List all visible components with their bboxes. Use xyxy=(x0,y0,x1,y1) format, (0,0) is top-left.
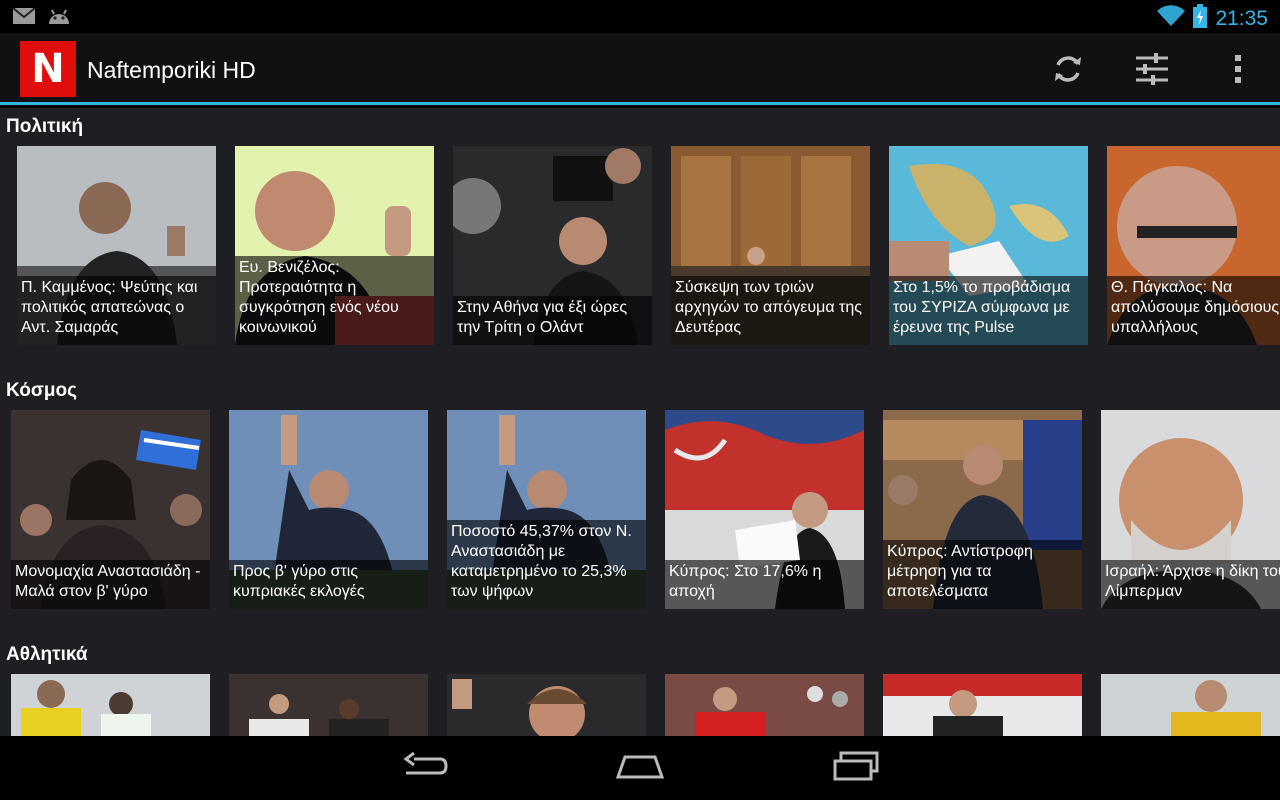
news-tile[interactable]: Ποσοστό 45,37% στον Ν. Αναστασιάδη με κα… xyxy=(447,410,646,609)
article-title: Μονομαχία Αναστασιάδη - Μαλά στον β' γύρ… xyxy=(11,560,210,609)
refresh-icon xyxy=(1051,52,1085,91)
refresh-button[interactable] xyxy=(1046,49,1090,93)
article-photo xyxy=(11,674,210,736)
news-tile[interactable] xyxy=(229,674,428,736)
news-feed[interactable]: Πολιτική Π. Καμμένος: Ψεύτης και πολιτικ… xyxy=(0,108,1280,736)
article-title: Κύπρος: Αντίστροφη μέτρηση για τα αποτελ… xyxy=(883,540,1082,609)
news-tile[interactable]: Π. Καμμένος: Ψεύτης και πολιτικός απατεώ… xyxy=(17,146,216,345)
article-title: Ποσοστό 45,37% στον Ν. Αναστασιάδη με κα… xyxy=(447,520,646,609)
article-photo xyxy=(665,674,864,736)
article-photo xyxy=(1101,674,1280,736)
status-bar: 21:35 xyxy=(0,0,1280,33)
back-button[interactable] xyxy=(394,750,454,786)
article-title: Κύπρος: Στο 17,6% η αποχή xyxy=(665,560,864,609)
article-photo xyxy=(447,674,646,736)
recent-apps-icon xyxy=(831,751,881,786)
more-vert-icon xyxy=(1233,54,1243,89)
article-photo xyxy=(883,674,1082,736)
article-title: Ευ. Βενιζέλος: Προτεραιότητα η συγκρότησ… xyxy=(235,256,434,345)
news-tile[interactable] xyxy=(883,674,1082,736)
android-notification-icon xyxy=(46,6,72,31)
app-logo-letter: N xyxy=(31,46,65,92)
news-tile[interactable]: Θ. Πάγκαλος: Να απολύσουμε δημόσιους υπα… xyxy=(1107,146,1280,345)
section-title-politics: Πολιτική xyxy=(6,116,84,137)
news-tile[interactable]: Στο 1,5% το προβάδισμα του ΣΥΡΙΖΑ σύμφων… xyxy=(889,146,1088,345)
article-title: Θ. Πάγκαλος: Να απολύσουμε δημόσιους υπα… xyxy=(1107,276,1280,345)
wifi-icon xyxy=(1157,5,1186,32)
gmail-notification-icon xyxy=(12,6,36,31)
news-tile[interactable] xyxy=(447,674,646,736)
section-title-sports: Αθλητικά xyxy=(6,644,88,665)
home-icon xyxy=(615,751,665,786)
battery-icon xyxy=(1193,4,1208,33)
settings-button[interactable] xyxy=(1130,49,1174,93)
news-tile[interactable]: Στην Αθήνα για έξι ώρες την Τρίτη ο Ολάν… xyxy=(453,146,652,345)
section-title-world: Κόσμος xyxy=(6,380,77,401)
news-tile[interactable] xyxy=(1101,674,1280,736)
news-tile[interactable]: Προς β' γύρο στις κυπριακές εκλογές xyxy=(229,410,428,609)
article-title: Ισραήλ: Άρχισε η δίκη του Λίμπερμαν xyxy=(1101,560,1280,609)
sliders-icon xyxy=(1134,52,1170,91)
news-tile[interactable]: Ευ. Βενιζέλος: Προτεραιότητα η συγκρότησ… xyxy=(235,146,434,345)
article-title: Στο 1,5% το προβάδισμα του ΣΥΡΙΖΑ σύμφων… xyxy=(889,276,1088,345)
overflow-menu-button[interactable] xyxy=(1216,49,1260,93)
news-tile[interactable] xyxy=(665,674,864,736)
back-icon xyxy=(400,751,448,786)
news-tile[interactable] xyxy=(11,674,210,736)
app-logo[interactable]: N xyxy=(20,41,76,97)
news-tile[interactable]: Κύπρος: Αντίστροφη μέτρηση για τα αποτελ… xyxy=(883,410,1082,609)
recent-apps-button[interactable] xyxy=(826,750,886,786)
news-tile[interactable]: Σύσκεψη των τριών αρχηγών το απόγευμα τη… xyxy=(671,146,870,345)
home-button[interactable] xyxy=(610,750,670,786)
system-navigation-bar xyxy=(0,736,1280,800)
action-bar: N Naftemporiki HD xyxy=(0,33,1280,105)
news-tile[interactable]: Κύπρος: Στο 17,6% η αποχή xyxy=(665,410,864,609)
article-title: Σύσκεψη των τριών αρχηγών το απόγευμα τη… xyxy=(671,276,870,345)
app-title: Naftemporiki HD xyxy=(87,57,256,83)
article-title: Προς β' γύρο στις κυπριακές εκλογές xyxy=(229,560,428,609)
news-tile[interactable]: Μονομαχία Αναστασιάδη - Μαλά στον β' γύρ… xyxy=(11,410,210,609)
article-title: Στην Αθήνα για έξι ώρες την Τρίτη ο Ολάν… xyxy=(453,296,652,345)
article-title: Π. Καμμένος: Ψεύτης και πολιτικός απατεώ… xyxy=(17,276,216,345)
clock: 21:35 xyxy=(1215,6,1268,30)
news-tile[interactable]: Ισραήλ: Άρχισε η δίκη του Λίμπερμαν xyxy=(1101,410,1280,609)
article-photo xyxy=(229,674,428,736)
